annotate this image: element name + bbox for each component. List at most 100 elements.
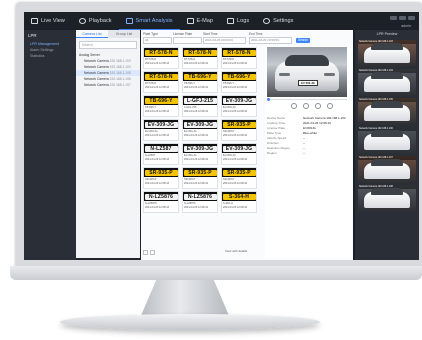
window-controls <box>390 16 415 20</box>
tab-camera-list[interactable]: Camera List <box>76 30 108 38</box>
preview-thumbnail[interactable]: Network Camera 192.168.1.107 <box>358 156 416 183</box>
plate-snapshot: EV-309-JG <box>183 144 217 153</box>
plate-text: EV-309-JG <box>222 97 256 104</box>
plate-text: TB-696-Y <box>222 73 256 80</box>
search-button[interactable]: Search <box>296 38 310 43</box>
grid-view-icon[interactable] <box>143 250 148 255</box>
map-icon <box>186 18 194 24</box>
maximize-icon[interactable] <box>399 16 406 20</box>
tab-group-list[interactable]: Group List <box>108 30 140 38</box>
car-headlight <box>279 73 290 76</box>
camera-ip: 192.168.1.106 <box>109 77 131 81</box>
car-license-plate: EV 309 JG <box>298 80 318 86</box>
end-time-filter: End Time 2021-04-26 23:59:59 <box>249 32 292 44</box>
close-icon[interactable] <box>408 16 415 20</box>
end-time-input[interactable]: 2021-04-26 23:59:59 <box>249 37 292 44</box>
device-search-input[interactable]: Search <box>79 41 137 49</box>
plate-result-card[interactable]: SR-935-P SR-935-P 2021-04-26 12:08:16 <box>221 119 257 141</box>
camera-name: Network Camera <box>84 77 109 81</box>
plate-text: RT-578-N <box>183 49 217 56</box>
nav-label: Playback <box>88 18 112 24</box>
capture-time-label: 2021-04-26 12:08:16 <box>145 85 170 89</box>
capture-time-label: 2021-04-26 12:08:16 <box>184 61 209 65</box>
filter-label: License Plate <box>173 32 193 36</box>
plate-result-card[interactable]: RT-578-N RT-578-N 2021-04-26 12:08:16 <box>143 47 179 69</box>
filter-label: End Time <box>249 32 263 36</box>
plate-result-card[interactable]: N-LZ5876 N-LZ5876 2021-04-26 12:08:16 <box>143 191 179 213</box>
plate-result-card[interactable]: N-LZ5876 N-LZ5876 2021-04-26 12:08:16 <box>182 191 218 213</box>
start-time-input[interactable]: 2021-04-26 00:00:00 <box>203 37 246 44</box>
car-windshield <box>371 130 403 137</box>
preview-thumbnail[interactable]: Network Camera 192.168.1.104 <box>358 69 416 96</box>
plate-result-card[interactable]: TB-696-Y TB-696-Y 2021-04-26 12:08:16 <box>143 95 179 117</box>
plate-text: EV-309-JG <box>222 145 256 152</box>
sidebar-item-statistics[interactable]: Statistics <box>24 53 76 59</box>
monitor-chin <box>10 266 422 280</box>
module-title: LPR <box>28 33 37 38</box>
capture-time-label: 2021-04-26 12:08:16 <box>223 109 248 113</box>
playback-timeline[interactable] <box>267 98 347 101</box>
download-icon[interactable] <box>327 103 333 109</box>
filter-label: Plate Type <box>143 32 159 36</box>
preview-thumbnail[interactable]: Network Camera 192.168.1.106 <box>358 127 416 154</box>
camera-name: Network Camera <box>84 65 109 69</box>
plate-text: TB-696-Y <box>144 97 178 104</box>
list-view-icon[interactable] <box>150 250 155 255</box>
user-account[interactable]: admin <box>401 24 411 28</box>
preview-thumbnail[interactable]: Network Camera 192.168.1.108 <box>358 185 416 212</box>
playback-controls <box>291 103 333 109</box>
car-windshield <box>371 101 403 108</box>
plate-result-card[interactable]: RT-578-N RT-578-N 2021-04-26 12:08:16 <box>143 71 179 93</box>
play-icon[interactable] <box>303 103 309 109</box>
plate-result-card[interactable]: EV-309-JG EV-309-JG 2021-04-26 12:08:16 <box>221 143 257 165</box>
analysis-icon <box>125 17 133 24</box>
plate-result-card[interactable]: EV-309-JG EV-309-JG 2021-04-26 12:08:16 <box>143 119 179 141</box>
plate-result-card[interactable]: EV-309-JG EV-309-JG 2021-04-26 12:08:16 <box>182 143 218 165</box>
plate-result-card[interactable]: SR-935-P SR-935-P 2021-04-26 12:08:16 <box>182 167 218 189</box>
plate-text: SR-935-P <box>144 169 178 176</box>
plate-text: SR-935-P <box>183 169 217 176</box>
nav-logs[interactable]: Logs <box>220 12 256 30</box>
tree-node[interactable]: Network Camera 192.168.1.107 <box>76 82 140 88</box>
capture-time-label: 2021-04-26 12:08:16 <box>223 205 248 209</box>
plate-text: N-LZ587 <box>144 145 178 152</box>
preview-thumbnail[interactable]: Network Camera 192.168.1.103 <box>358 40 416 67</box>
timeline-cursor[interactable] <box>267 98 270 101</box>
plate-result-card[interactable]: EV-309-JG EV-309-JG 2021-04-26 12:08:16 <box>221 95 257 117</box>
plate-snapshot: N-LZ587 <box>144 144 178 153</box>
camera-ip: 192.168.1.103 <box>109 59 131 63</box>
plate-results-grid: RT-578-N RT-578-N 2021-04-26 12:08:16 RT-57… <box>143 47 259 213</box>
plate-result-card[interactable]: S-364-H S-364-H 2021-04-26 12:08:16 <box>221 191 257 213</box>
plate-result-card[interactable]: EV-309-JG EV-309-JG 2021-04-26 12:08:16 <box>182 119 218 141</box>
plate-result-card[interactable]: RT-578-N RT-578-N 2021-04-26 12:08:16 <box>221 47 257 69</box>
plate-result-card[interactable]: RT-578-N RT-578-N 2021-04-26 12:08:16 <box>182 47 218 69</box>
next-icon[interactable] <box>315 103 321 109</box>
plate-result-card[interactable]: TB-696-Y TB-696-Y 2021-04-26 12:08:16 <box>182 71 218 93</box>
nav-smart-analysis[interactable]: Smart Analysis <box>118 12 180 30</box>
plate-type-select[interactable]: All <box>143 37 172 44</box>
start-time-filter: Start Time 2021-04-26 00:00:00 <box>203 32 246 44</box>
plate-type-filter: Plate Type All <box>143 32 172 44</box>
plate-result-card[interactable]: SR-935-P SR-935-P 2021-04-26 12:08:16 <box>221 167 257 189</box>
plate-text: TB-696-Y <box>183 73 217 80</box>
plate-result-card[interactable]: N-LZ587 N-LZ587 2021-04-26 12:08:16 <box>143 143 179 165</box>
lpr-preview-panel: LPR Preview Network Camera 192.168.1.103… <box>355 30 419 260</box>
nav-label: Settings <box>273 18 294 24</box>
plate-text: EV-309-JG <box>183 145 217 152</box>
nav-live-view[interactable]: Live View <box>24 12 72 30</box>
minimize-icon[interactable] <box>390 16 397 20</box>
plate-result-card[interactable]: L-GFJ-215 L-GFJ-215 2021-04-26 12:08:16 <box>182 95 218 117</box>
previous-icon[interactable] <box>291 103 297 109</box>
nav-e-map[interactable]: E-Map <box>180 12 220 30</box>
monitor-icon <box>31 18 38 24</box>
capture-time-label: 2021-04-26 12:08:16 <box>145 157 170 161</box>
nav-settings[interactable]: Settings <box>256 12 300 30</box>
plate-result-card[interactable]: TB-696-Y TB-696-Y 2021-04-26 12:08:16 <box>221 71 257 93</box>
device-tabs: Camera List Group List <box>76 30 140 38</box>
nav-playback[interactable]: Playback <box>72 12 119 30</box>
license-plate-input[interactable] <box>173 37 202 44</box>
capture-time-label: 2021-04-26 12:08:16 <box>184 157 209 161</box>
preview-thumbnail[interactable]: Network Camera 192.168.1.105 <box>358 98 416 125</box>
plate-result-card[interactable]: SR-935-P SR-935-P 2021-04-26 12:08:16 <box>143 167 179 189</box>
info-key: Region <box>267 151 277 155</box>
